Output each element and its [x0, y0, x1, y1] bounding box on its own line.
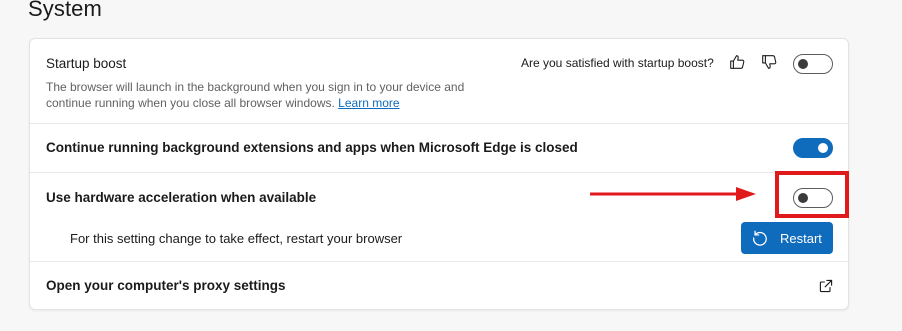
startup-boost-row: Startup boost The browser will launch in… [30, 39, 848, 124]
startup-boost-description: The browser will launch in the backgroun… [46, 79, 506, 111]
background-extensions-toggle[interactable] [793, 138, 833, 158]
toggle-knob [798, 193, 808, 203]
hardware-acceleration-title: Use hardware acceleration when available [46, 190, 317, 205]
thumbs-up-icon[interactable] [727, 52, 747, 72]
startup-boost-toggle[interactable] [793, 54, 833, 74]
restart-notice: For this setting change to take effect, … [70, 231, 403, 246]
restart-button[interactable]: Restart [741, 222, 833, 254]
system-settings-card: Startup boost The browser will launch in… [29, 38, 849, 310]
external-link-icon[interactable] [816, 276, 836, 296]
toggle-knob [798, 59, 808, 69]
background-extensions-row: Continue running background extensions a… [30, 124, 848, 173]
hardware-acceleration-toggle[interactable] [793, 188, 833, 208]
proxy-settings-title: Open your computer's proxy settings [46, 278, 286, 293]
hardware-acceleration-row: Use hardware acceleration when available… [30, 173, 848, 262]
restart-button-label: Restart [780, 230, 822, 246]
startup-boost-description-text: The browser will launch in the backgroun… [46, 80, 465, 110]
restart-icon [753, 230, 767, 246]
proxy-settings-row[interactable]: Open your computer's proxy settings [30, 262, 848, 311]
learn-more-link[interactable]: Learn more [338, 96, 399, 110]
toggle-knob [818, 143, 828, 153]
feedback-question: Are you satisfied with startup boost? [521, 56, 714, 70]
thumbs-down-icon[interactable] [759, 52, 779, 72]
background-extensions-title: Continue running background extensions a… [46, 140, 578, 155]
startup-boost-title: Startup boost [46, 56, 127, 71]
section-title: System [28, 0, 102, 21]
